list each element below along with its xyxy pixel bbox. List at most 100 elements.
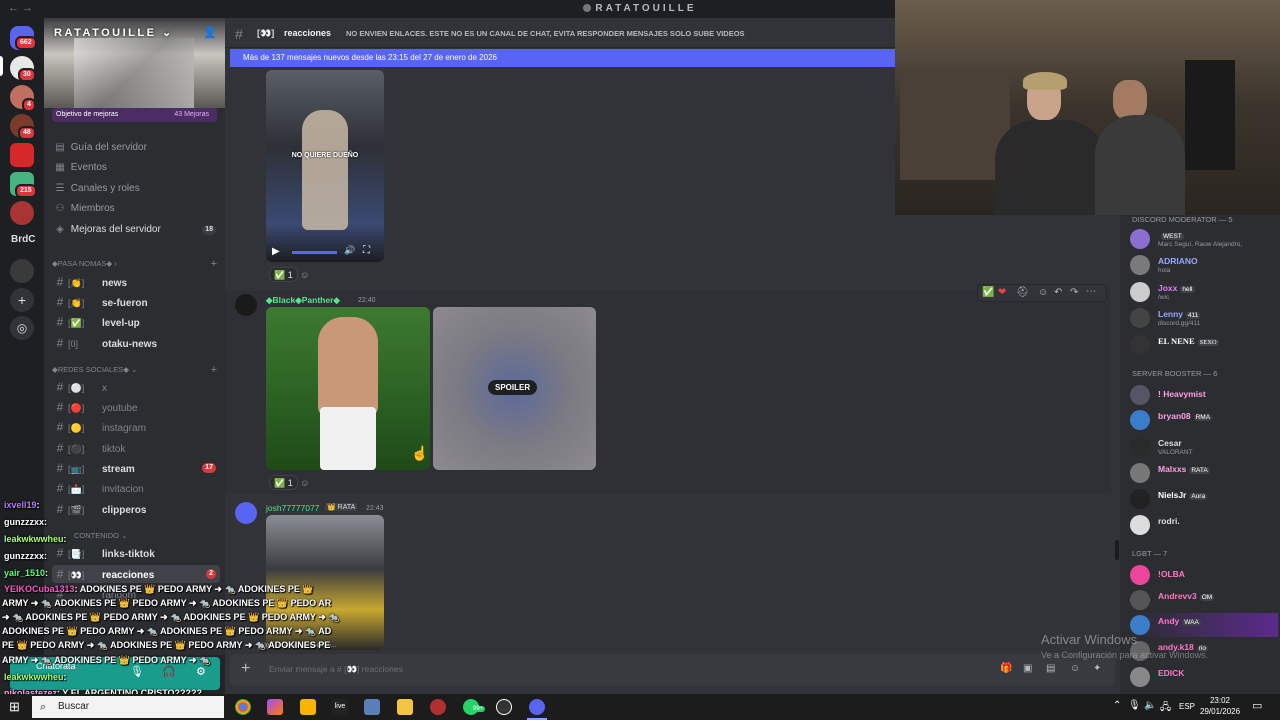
spoiler-attachment[interactable]: SPOILER: [433, 307, 596, 470]
reply-icon[interactable]: ↶: [1054, 287, 1062, 298]
avatar[interactable]: [235, 502, 257, 524]
members-item[interactable]: ⚇ Miembros: [52, 200, 220, 218]
member-item[interactable]: Andrevv3 OM: [1130, 588, 1278, 612]
channel-tiktok[interactable]: # [⚫] tiktok: [52, 439, 220, 457]
forward-icon[interactable]: ↷: [1070, 287, 1078, 298]
server-boosts-item[interactable]: ◈ Mejoras del servidor 18: [52, 221, 220, 239]
new-messages-bar[interactable]: Más de 137 mensajes nuevos desde las 23:…: [230, 49, 895, 67]
server-icon-7[interactable]: [10, 259, 34, 283]
clock-date[interactable]: 29/01/2026: [1200, 707, 1240, 716]
check-reaction-icon[interactable]: ✅: [982, 287, 994, 298]
member-item[interactable]: EL NENE SEXO: [1130, 333, 1278, 357]
member-item[interactable]: ! Heavymist: [1130, 383, 1278, 407]
channel-stream[interactable]: # [📺] stream 17: [52, 459, 220, 477]
message-composer[interactable]: + Enviar mensaje a # [👀] reacciones 🎁 ▣ …: [230, 654, 1115, 686]
more-icon[interactable]: ⋯: [1086, 286, 1096, 297]
member-item[interactable]: EDICK: [1130, 665, 1278, 689]
microphone-icon[interactable]: 🎙: [130, 665, 144, 678]
clock-time[interactable]: 23:02: [1200, 696, 1240, 705]
category-contenido[interactable]: CONTENIDO ⌄: [74, 531, 225, 540]
channel-reacciones[interactable]: # [👀] reacciones 2: [52, 565, 220, 583]
chrome-icon[interactable]: [235, 699, 251, 715]
channel-otaku-news[interactable]: # [0] otaku-news: [52, 334, 220, 352]
channel-youtube[interactable]: # [🔴] youtube: [52, 398, 220, 416]
scrollbar[interactable]: [1115, 540, 1119, 560]
member-item[interactable]: ADRIANO hola: [1130, 253, 1278, 277]
channel-se-fueron[interactable]: # [👏] se-fueron: [52, 293, 220, 311]
category-redes-sociales[interactable]: ◆REDES SOCIALES◆ ⌄ +: [52, 364, 217, 376]
video-progress[interactable]: [292, 251, 337, 254]
invite-people-icon[interactable]: 👤: [203, 26, 217, 39]
hat-reaction-icon[interactable]: ⛑: [1016, 287, 1029, 298]
add-server-icon[interactable]: +: [10, 288, 34, 312]
gif-icon[interactable]: ▣: [1023, 663, 1032, 674]
fullscreen-icon[interactable]: ⛶: [363, 245, 370, 256]
emoji-icon[interactable]: ☺: [1070, 663, 1080, 674]
events-item[interactable]: ▦ Eventos: [52, 159, 220, 177]
add-channel-icon[interactable]: +: [211, 258, 217, 270]
notepad-icon[interactable]: [364, 699, 380, 715]
taskbar-search[interactable]: ⌕ Buscar: [32, 696, 224, 718]
member-item[interactable]: rodri.: [1130, 513, 1278, 537]
reaction-check[interactable]: ✅ 1 ☺: [269, 267, 309, 283]
tray-mic-icon[interactable]: 🎙: [1128, 700, 1141, 711]
explore-icon[interactable]: ◎: [10, 316, 34, 340]
headphones-icon[interactable]: 🎧: [162, 665, 176, 678]
channel-topic[interactable]: NO ENVIEN ENLACES. ESTE NO ES UN CANAL D…: [346, 29, 745, 38]
member-item[interactable]: Malxxs RATA: [1130, 461, 1278, 485]
add-attachment-icon[interactable]: +: [241, 660, 250, 678]
server-guide-item[interactable]: ▤ Guía del servidor: [52, 139, 220, 157]
message-input[interactable]: Enviar mensaje a # [👀] reacciones: [269, 664, 403, 675]
member-item[interactable]: !OLBA: [1130, 563, 1278, 587]
tray-speaker-icon[interactable]: 🔈: [1144, 700, 1156, 711]
server-icon-4[interactable]: [10, 143, 34, 167]
member-item[interactable]: Lenny 411 discord.gg/411: [1130, 306, 1278, 330]
video-player[interactable]: NO QUIERE DUEÑO ▶ 🔊 ⛶: [266, 70, 384, 262]
message-author[interactable]: ◆Black◆Panther◆: [266, 295, 340, 306]
channels-roles-item[interactable]: ☰ Canales y roles: [52, 180, 220, 198]
message-author[interactable]: josh77777077: [266, 503, 319, 513]
tray-network-icon[interactable]: 🖧: [1160, 700, 1171, 717]
add-reaction-icon[interactable]: ☺: [1038, 287, 1048, 298]
language-indicator[interactable]: ESP: [1179, 702, 1195, 711]
gift-icon[interactable]: 🎁: [1000, 663, 1012, 674]
reaction-check-2[interactable]: ✅ 1 ☺: [269, 475, 309, 491]
channel-x[interactable]: # [⚪] x: [52, 378, 220, 396]
boost-goal-bar[interactable]: Objetivo de mejoras 43 Mejoras: [52, 108, 217, 122]
member-item[interactable]: NielsJr Aura: [1130, 487, 1278, 511]
avatar[interactable]: [235, 294, 257, 316]
heart-reaction-icon[interactable]: ❤: [998, 287, 1006, 298]
channel-instagram[interactable]: # [🟡] instagram: [52, 418, 220, 436]
tray-chevron-icon[interactable]: ⌃: [1113, 700, 1121, 711]
server-brdc[interactable]: BrdC: [11, 234, 35, 245]
settings-gear-icon[interactable]: ⚙: [196, 665, 206, 678]
image-attachment[interactable]: [266, 307, 430, 470]
windows-start-icon[interactable]: ⊞: [9, 699, 20, 715]
notification-center-icon[interactable]: ▭: [1252, 699, 1262, 712]
server-name[interactable]: RATATOUILLE ⌄: [54, 26, 174, 39]
add-reaction-icon[interactable]: ☺: [300, 270, 309, 280]
file-explorer-icon[interactable]: [397, 699, 413, 715]
volume-icon[interactable]: 🔊: [344, 245, 355, 256]
server-icon-6[interactable]: [10, 201, 34, 225]
channel-links-tiktok[interactable]: # [📑] links-tiktok: [52, 544, 220, 562]
discord-taskbar-icon[interactable]: [529, 699, 545, 715]
member-item[interactable]: Cesar VALORANT: [1130, 435, 1278, 459]
spoiler-label[interactable]: SPOILER: [488, 380, 538, 395]
channel-news[interactable]: # [👏] news: [52, 273, 220, 291]
play-icon[interactable]: ▶: [272, 246, 280, 257]
channel-level-up[interactable]: # [✅] level-up: [52, 313, 220, 331]
channel-invitacion[interactable]: # [📩] invitacion: [52, 479, 220, 497]
member-item[interactable]: bryan08 RMA: [1130, 408, 1278, 432]
copilot-icon[interactable]: [267, 699, 283, 715]
apps-icon[interactable]: ✦: [1093, 663, 1101, 674]
app-icon[interactable]: [300, 699, 316, 715]
live-app-icon[interactable]: live: [332, 699, 348, 715]
member-item[interactable]: WEST Marc Seguí, Rauw Alejandro,: [1130, 227, 1278, 251]
obs-icon[interactable]: [430, 699, 446, 715]
sticker-icon[interactable]: ▤: [1046, 663, 1055, 674]
channel-clipperos[interactable]: # [🎬] clipperos: [52, 500, 220, 518]
category-pasa-nomas[interactable]: ◆PASA NOMAS◆ › +: [52, 258, 217, 270]
member-item[interactable]: Joxx hell/wic: [1130, 280, 1278, 304]
media-player-icon[interactable]: [496, 699, 512, 715]
